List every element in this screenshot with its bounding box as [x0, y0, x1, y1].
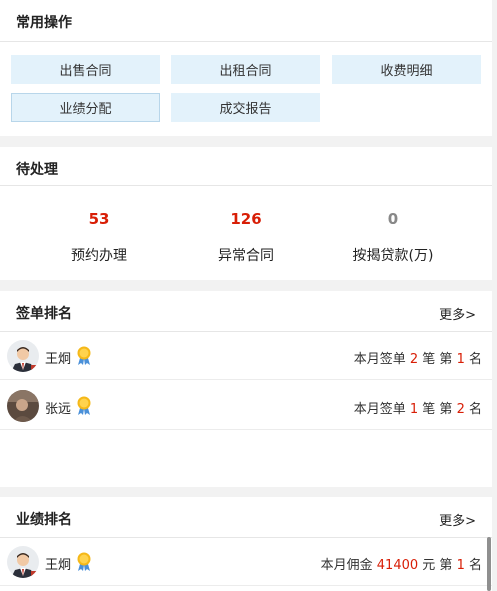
- avatar: [7, 340, 39, 372]
- signing-count: 1: [409, 402, 419, 417]
- gold-medal-icon: [76, 552, 92, 572]
- pending-divider: [0, 185, 492, 186]
- sale-contract-button[interactable]: 出售合同: [11, 55, 160, 84]
- signing-count: 2: [409, 352, 419, 367]
- mortgage-loans-label: 按揭贷款(万): [352, 248, 434, 264]
- abnormal-contracts[interactable]: 126 异常合同: [176, 209, 316, 265]
- pending-appointments-count: 53: [88, 210, 110, 228]
- rank-unit: 元 第: [422, 558, 453, 573]
- user-name: 张远: [45, 402, 72, 417]
- signing-rank-info: 本月签单 2 笔 第 1 名: [354, 348, 482, 367]
- mortgage-loans-amount: 0: [387, 210, 399, 228]
- signing-rank-row[interactable]: 张远 本月签单 1 笔 第 2 名: [0, 382, 492, 430]
- row-divider: [0, 429, 492, 430]
- fee-detail-button[interactable]: 收费明细: [332, 55, 481, 84]
- rank-suffix: 名: [468, 558, 482, 573]
- performance-rank-more-link[interactable]: 更多>: [439, 510, 476, 529]
- abnormal-contracts-count: 126: [230, 210, 262, 228]
- mortgage-loans[interactable]: 0 按揭贷款(万): [323, 209, 463, 265]
- rank-number: 2: [456, 402, 465, 417]
- lease-contract-button[interactable]: 出租合同: [171, 55, 320, 84]
- quick-ops-card: 常用操作 出售合同 出租合同 收费明细 业绩分配 成交报告: [0, 0, 492, 136]
- signing-rank-row[interactable]: 王炯 本月签单 2 笔 第 1 名: [0, 332, 492, 380]
- signing-rank-title: 签单排名: [16, 306, 72, 322]
- rank-prefix: 本月签单: [353, 352, 406, 367]
- signing-rank-more-link[interactable]: 更多>: [439, 304, 476, 323]
- pending-appointments[interactable]: 53 预约办理: [29, 209, 169, 265]
- avatar: [7, 546, 39, 578]
- user-name: 王炯: [45, 558, 72, 573]
- performance-rank-row[interactable]: 王炯 本月佣金 41400 元 第 1 名: [0, 538, 492, 586]
- pending-card: 待处理 53 预约办理 126 异常合同 0 按揭贷款(万): [0, 147, 492, 280]
- deal-report-button[interactable]: 成交报告: [171, 93, 320, 122]
- gold-medal-icon: [76, 346, 92, 366]
- row-divider: [0, 379, 492, 380]
- scrollbar[interactable]: [487, 537, 491, 591]
- rank-unit: 笔 第: [422, 402, 453, 417]
- row-divider: [0, 585, 492, 586]
- rank-number: 1: [456, 352, 465, 367]
- rank-prefix: 本月签单: [353, 402, 406, 417]
- abnormal-contracts-label: 异常合同: [218, 248, 274, 264]
- user-name: 王炯: [45, 352, 72, 367]
- performance-rank-info: 本月佣金 41400 元 第 1 名: [321, 554, 482, 573]
- rank-number: 1: [456, 558, 465, 573]
- commission-amount: 41400: [376, 558, 419, 573]
- pending-appointments-label: 预约办理: [71, 248, 127, 264]
- rank-suffix: 名: [468, 352, 482, 367]
- avatar: [7, 390, 39, 422]
- quick-ops-title: 常用操作: [16, 15, 72, 31]
- pending-title: 待处理: [16, 162, 58, 178]
- rank-suffix: 名: [468, 402, 482, 417]
- rank-unit: 笔 第: [422, 352, 453, 367]
- signing-rank-card: 签单排名 更多> 王炯 本月签单 2 笔 第 1 名 张远 本月签单 1 笔 第…: [0, 291, 492, 487]
- signing-rank-info: 本月签单 1 笔 第 2 名: [354, 398, 482, 417]
- performance-split-button[interactable]: 业绩分配: [11, 93, 160, 122]
- gold-medal-icon: [76, 396, 92, 416]
- quick-ops-divider: [0, 41, 492, 42]
- performance-rank-card: 业绩排名 更多> 王炯 本月佣金 41400 元 第 1 名: [0, 497, 492, 591]
- performance-rank-title: 业绩排名: [16, 512, 72, 528]
- rank-prefix: 本月佣金: [320, 558, 373, 573]
